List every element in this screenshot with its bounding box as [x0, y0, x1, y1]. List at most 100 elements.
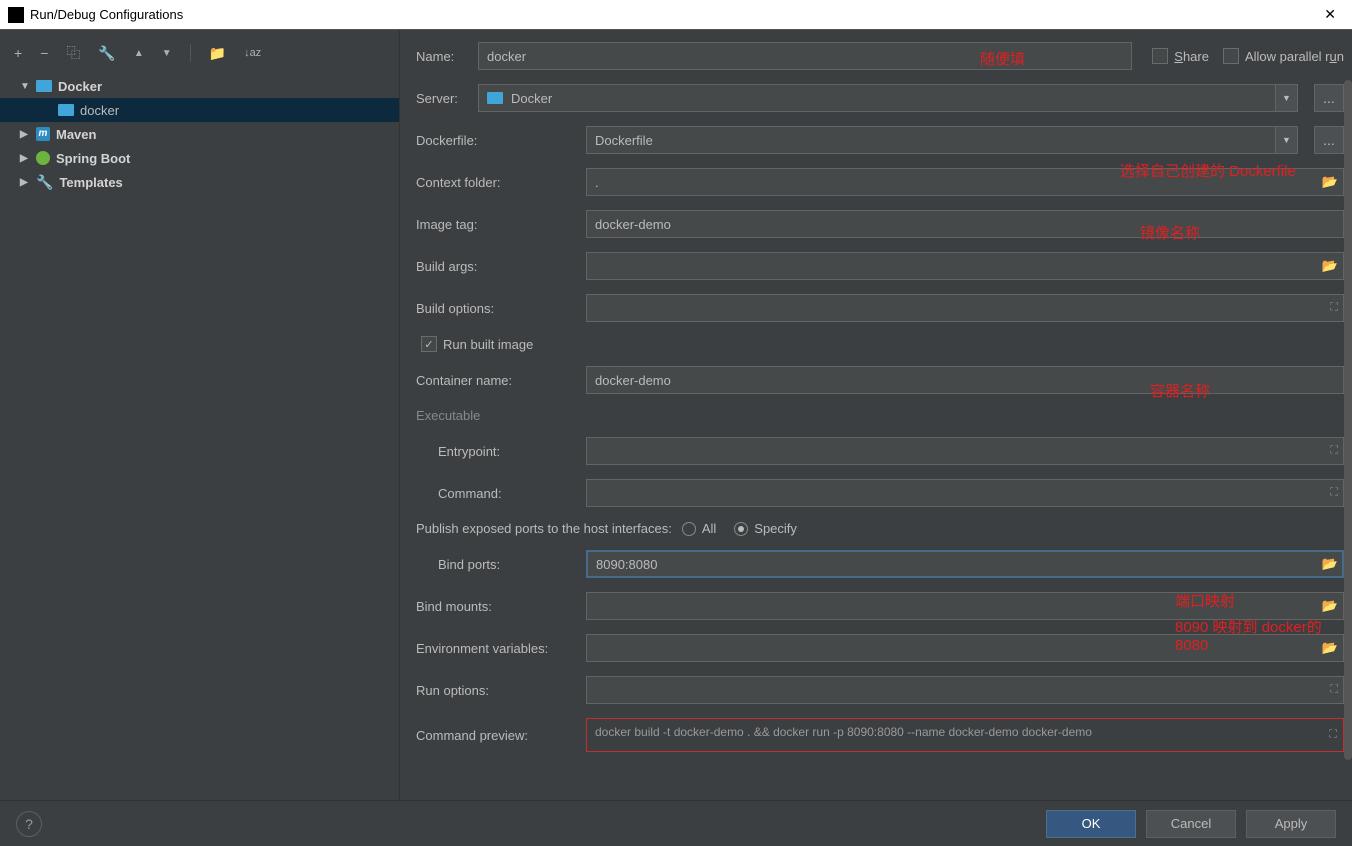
up-button[interactable]: ▲	[134, 48, 144, 59]
tree-label: Docker	[58, 79, 102, 94]
bind-ports-input[interactable]	[586, 550, 1344, 578]
entrypoint-input[interactable]	[586, 437, 1344, 465]
edit-button[interactable]: 🔧	[98, 45, 115, 62]
tree-node-docker[interactable]: ▼ Docker	[0, 74, 399, 98]
env-label: Environment variables:	[416, 641, 576, 656]
down-button[interactable]: ▼	[162, 48, 172, 59]
context-input[interactable]	[586, 168, 1344, 196]
parallel-label: Allow parallel run	[1245, 49, 1344, 64]
scrollbar[interactable]	[1344, 80, 1352, 800]
expand-icon[interactable]: ⛶	[1330, 684, 1338, 697]
sort-button[interactable]: ↓az	[244, 47, 261, 59]
window-title: Run/Debug Configurations	[30, 7, 183, 22]
folder-icon[interactable]: 📂	[1322, 258, 1338, 274]
server-select[interactable]: Docker	[478, 84, 1276, 112]
dialog-footer: ? OK Cancel Apply	[0, 800, 1352, 846]
bind-mounts-input[interactable]	[586, 592, 1344, 620]
build-options-input[interactable]	[586, 294, 1344, 322]
all-radio[interactable]: All	[682, 521, 716, 536]
container-name-input[interactable]	[586, 366, 1344, 394]
build-options-label: Build options:	[416, 301, 576, 316]
wrench-icon: 🔧	[36, 174, 53, 191]
entrypoint-label: Entrypoint:	[416, 444, 576, 459]
expand-icon[interactable]: ⛶	[1329, 729, 1337, 742]
docker-icon	[58, 104, 74, 116]
radio-icon	[734, 522, 748, 536]
browse-button[interactable]: ...	[1314, 84, 1344, 112]
run-options-label: Run options:	[416, 683, 576, 698]
server-label: Server:	[416, 91, 468, 106]
chevron-right-icon: ▶	[20, 153, 30, 164]
dropdown-button[interactable]: ▼	[1276, 126, 1298, 154]
folder-icon[interactable]: 📂	[1322, 556, 1338, 572]
expand-icon[interactable]: ⛶	[1330, 445, 1338, 458]
run-built-label: Run built image	[443, 337, 533, 352]
separator	[190, 44, 191, 62]
tree-label: docker	[80, 103, 119, 118]
all-label: All	[702, 521, 716, 536]
tree-node-maven[interactable]: ▶ m Maven	[0, 122, 399, 146]
browse-button[interactable]: ...	[1314, 126, 1344, 154]
publish-label: Publish exposed ports to the host interf…	[416, 521, 672, 536]
checkbox-icon	[1223, 48, 1239, 64]
maven-icon: m	[36, 127, 50, 141]
parallel-checkbox[interactable]: Allow parallel run	[1223, 48, 1344, 64]
share-checkbox[interactable]: Share	[1152, 48, 1209, 64]
add-button[interactable]: +	[14, 45, 22, 61]
build-args-input[interactable]	[586, 252, 1344, 280]
command-preview: docker build -t docker-demo . && docker …	[586, 718, 1344, 752]
config-form: Name: 随便填 Share Allow parallel run Serve…	[400, 30, 1352, 800]
tree-node-spring[interactable]: ▶ Spring Boot	[0, 146, 399, 170]
name-input[interactable]	[478, 42, 1132, 70]
image-tag-input[interactable]	[586, 210, 1344, 238]
tree-node-docker-child[interactable]: docker	[0, 98, 399, 122]
sidebar: + − ⿻ 🔧 ▲ ▼ 📁 ↓az ▼ Docker docker ▶ m	[0, 30, 400, 800]
run-options-input[interactable]	[586, 676, 1344, 704]
tree-node-templates[interactable]: ▶ 🔧 Templates	[0, 170, 399, 194]
checkbox-icon: ✓	[421, 336, 437, 352]
docker-icon	[36, 80, 52, 92]
preview-label: Command preview:	[416, 728, 576, 743]
close-icon[interactable]: ✕	[1316, 6, 1344, 23]
config-toolbar: + − ⿻ 🔧 ▲ ▼ 📁 ↓az	[0, 38, 399, 68]
expand-icon[interactable]: ⛶	[1330, 487, 1338, 500]
help-button[interactable]: ?	[16, 811, 42, 837]
run-built-checkbox[interactable]: ✓ Run built image	[421, 336, 533, 352]
copy-button[interactable]: ⿻	[66, 43, 80, 63]
app-icon	[8, 7, 24, 23]
spring-icon	[36, 151, 50, 165]
ok-button[interactable]: OK	[1046, 810, 1136, 838]
preview-text: docker build -t docker-demo . && docker …	[595, 725, 1092, 739]
tree-label: Spring Boot	[56, 151, 130, 166]
dropdown-button[interactable]: ▼	[1276, 84, 1298, 112]
remove-button[interactable]: −	[40, 45, 48, 61]
checkbox-icon	[1152, 48, 1168, 64]
dockerfile-input[interactable]	[586, 126, 1276, 154]
folder-icon[interactable]: 📂	[1322, 598, 1338, 614]
chevron-down-icon: ▼	[20, 81, 30, 92]
env-input[interactable]	[586, 634, 1344, 662]
title-bar: Run/Debug Configurations ✕	[0, 0, 1352, 30]
container-name-label: Container name:	[416, 373, 576, 388]
folder-button[interactable]: 📁	[209, 45, 226, 62]
expand-icon[interactable]: ⛶	[1330, 302, 1338, 315]
specify-radio[interactable]: Specify	[734, 521, 797, 536]
chevron-right-icon: ▶	[20, 129, 30, 140]
apply-button[interactable]: Apply	[1246, 810, 1336, 838]
docker-icon	[487, 92, 503, 104]
build-args-label: Build args:	[416, 259, 576, 274]
executable-section: Executable	[416, 408, 1344, 423]
context-label: Context folder:	[416, 175, 576, 190]
folder-icon[interactable]: 📂	[1322, 174, 1338, 190]
command-input[interactable]	[586, 479, 1344, 507]
config-tree: ▼ Docker docker ▶ m Maven ▶ Spring Boot …	[0, 68, 399, 194]
name-label: Name:	[416, 49, 468, 64]
tree-label: Maven	[56, 127, 96, 142]
share-label: Share	[1174, 49, 1209, 64]
dockerfile-label: Dockerfile:	[416, 133, 576, 148]
folder-icon[interactable]: 📂	[1322, 640, 1338, 656]
radio-icon	[682, 522, 696, 536]
cancel-button[interactable]: Cancel	[1146, 810, 1236, 838]
server-value: Docker	[511, 91, 552, 106]
bind-ports-label: Bind ports:	[416, 557, 576, 572]
